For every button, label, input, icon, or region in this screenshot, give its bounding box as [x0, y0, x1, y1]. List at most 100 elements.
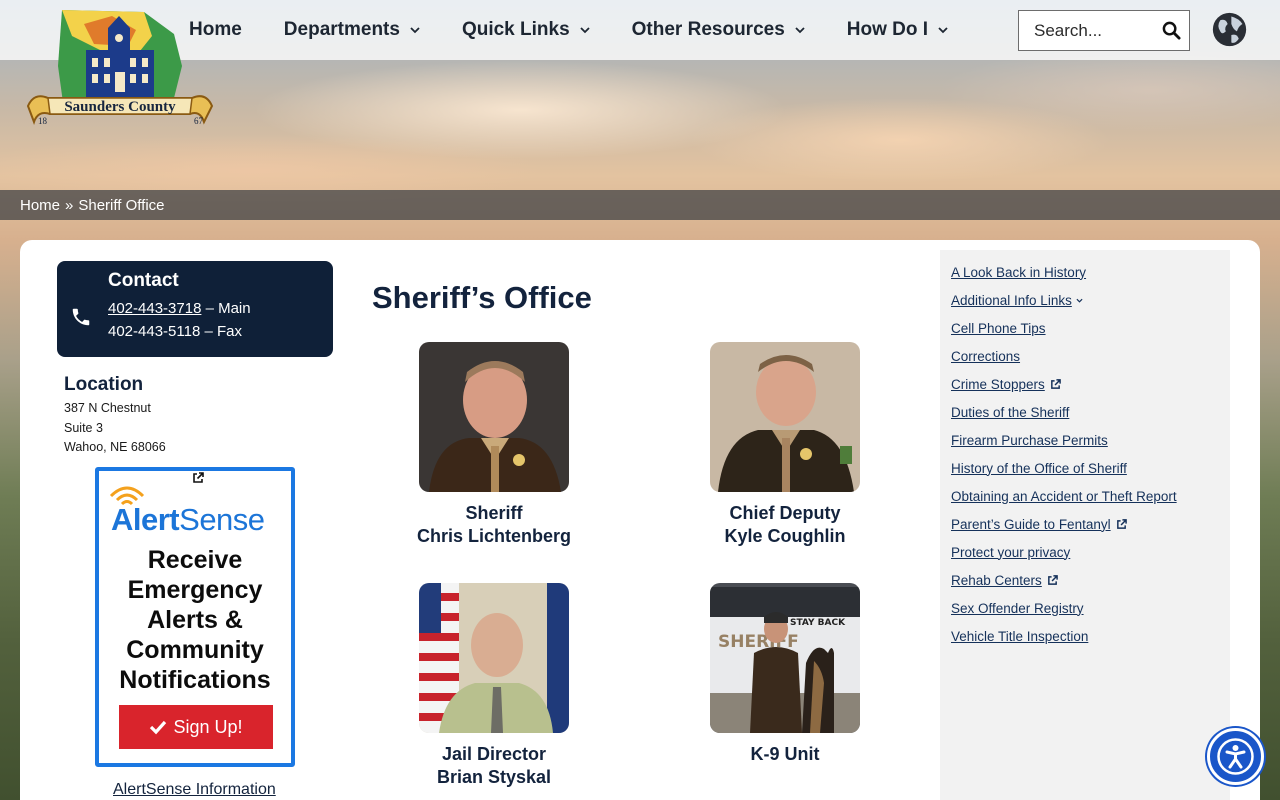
- nav-how-do-i-label: How Do I: [846, 19, 929, 40]
- nav-departments-label: Departments: [283, 19, 400, 40]
- chevron-down-icon: [1076, 298, 1083, 303]
- sidebar-link-additional-info-links[interactable]: Additional Info Links: [951, 286, 1230, 314]
- logo-text: Saunders County: [64, 99, 176, 115]
- language-selector[interactable]: [1211, 11, 1248, 48]
- main-nav: Home Departments Quick Links Other Resou…: [168, 0, 969, 60]
- sidebar-link-label: Sex Offender Registry: [951, 600, 1084, 616]
- alert-headline-line-2: Emergency: [127, 576, 263, 604]
- alertsense-info-link[interactable]: AlertSense Information: [113, 781, 276, 799]
- chevron-down-icon: [410, 27, 420, 34]
- accessibility-button[interactable]: [1207, 728, 1264, 785]
- nav-quick-links-label: Quick Links: [461, 19, 570, 40]
- alertsense-card[interactable]: AlertSense Receive Emergency Alerts & Co…: [95, 467, 295, 767]
- location-title: Location: [64, 374, 144, 395]
- sidebar-link-sex-offender-registry[interactable]: Sex Offender Registry: [951, 594, 1230, 622]
- main-phone-suffix: – Main: [201, 300, 251, 317]
- nav-home-label: Home: [189, 19, 242, 40]
- sidebar-link-label: Rehab Centers: [951, 572, 1042, 588]
- sidebar-link-history-of-the-office[interactable]: History of the Office of Sheriff: [951, 454, 1230, 482]
- sidebar-link-corrections[interactable]: Corrections: [951, 342, 1230, 370]
- content-card: Contact 402-443-3718 – Main 402-443-5118…: [20, 240, 1260, 800]
- search-input[interactable]: [1019, 11, 1153, 50]
- sidebar-link-vehicle-title-inspection[interactable]: Vehicle Title Inspection: [951, 622, 1230, 650]
- sidebar-link-label: Firearm Purchase Permits: [951, 432, 1108, 448]
- sidebar-link-duties-of-the-sheriff[interactable]: Duties of the Sheriff: [951, 398, 1230, 426]
- contact-main-line: 402-443-3718 – Main: [108, 300, 251, 317]
- sidebar-link-crime-stoppers[interactable]: Crime Stoppers: [951, 370, 1230, 398]
- alert-headline-line-3: Alerts &: [147, 606, 243, 634]
- external-link-icon: [193, 472, 204, 483]
- sidebar-link-label: Corrections: [951, 348, 1021, 364]
- address-line-2: Suite 3: [64, 420, 103, 435]
- nav-quick-links[interactable]: Quick Links: [441, 0, 611, 60]
- breadcrumb: Home » Sheriff Office: [0, 190, 1280, 220]
- staff-card-chief-deputy: Chief Deputy Kyle Coughlin: [695, 342, 875, 548]
- search-button[interactable]: [1153, 12, 1189, 50]
- sidebar-link-cell-phone-tips[interactable]: Cell Phone Tips: [951, 314, 1230, 342]
- sidebar-link-rehab-centers[interactable]: Rehab Centers: [951, 566, 1230, 594]
- search-icon: [1162, 21, 1181, 40]
- sidebar-link-label: Parent’s Guide to Fentanyl: [951, 516, 1111, 532]
- external-link-icon: [1047, 574, 1058, 585]
- sidebar-link-label: Obtaining an Accident or Theft Report: [951, 488, 1177, 504]
- nav-departments[interactable]: Departments: [263, 0, 441, 60]
- staff-role: Jail Director: [441, 744, 547, 764]
- chevron-down-icon: [795, 27, 805, 34]
- nav-how-do-i[interactable]: How Do I: [826, 0, 969, 60]
- external-link-icon: [1116, 518, 1127, 529]
- alertsense-logo-bold: Alert: [111, 502, 180, 537]
- signup-button[interactable]: Sign Up!: [119, 705, 273, 749]
- sidebar-link-label: Crime Stoppers: [951, 376, 1045, 392]
- contact-title: Contact: [108, 270, 179, 291]
- sidebar-link-label: Protect your privacy: [951, 544, 1071, 560]
- staff-name: Kyle Coughlin: [724, 526, 846, 546]
- alert-headline: Receive Emergency Alerts & Community Not…: [99, 545, 291, 695]
- globe-icon: [1212, 12, 1247, 47]
- nav-home[interactable]: Home: [168, 0, 263, 60]
- sidebar-link-label: A Look Back in History: [951, 264, 1087, 280]
- contact-box: Contact 402-443-3718 – Main 402-443-5118…: [57, 261, 333, 357]
- staff-role: Chief Deputy: [729, 503, 841, 523]
- accessibility-icon: [1217, 738, 1254, 775]
- alert-headline-line-4: Community: [126, 636, 264, 664]
- sidebar-link-protect-your-privacy[interactable]: Protect your privacy: [951, 538, 1230, 566]
- alertsense-logo: AlertSense: [111, 502, 265, 538]
- logo-year-left: 18: [38, 116, 48, 126]
- alert-headline-line-5: Notifications: [119, 666, 271, 694]
- address-line-3: Wahoo, NE 68066: [64, 440, 166, 454]
- staff-photo-jail-director: [419, 583, 569, 733]
- sidebar-link-parents-guide-fentanyl[interactable]: Parent’s Guide to Fentanyl: [951, 510, 1230, 538]
- checkmark-icon: [150, 720, 167, 735]
- alert-headline-line-1: Receive: [147, 546, 243, 574]
- sidebar-link-label: Duties of the Sheriff: [951, 404, 1070, 420]
- search-box: [1018, 10, 1190, 51]
- sidebar-link-label: Additional Info Links: [951, 292, 1072, 308]
- main-phone-link[interactable]: 402-443-3718: [108, 300, 201, 317]
- sidebar-link-a-look-back-in-history[interactable]: A Look Back in History: [951, 258, 1230, 286]
- staff-photo-chief-deputy: [710, 342, 860, 492]
- sidebar-link-accident-theft-report[interactable]: Obtaining an Accident or Theft Report: [951, 482, 1230, 510]
- chevron-down-icon: [580, 27, 590, 34]
- nav-other-resources[interactable]: Other Resources: [611, 0, 826, 60]
- sidebar-link-label: Cell Phone Tips: [951, 320, 1046, 336]
- sidebar-link-firearm-purchase-permits[interactable]: Firearm Purchase Permits: [951, 426, 1230, 454]
- sidebar-link-label: History of the Office of Sheriff: [951, 460, 1127, 476]
- breadcrumb-home-link[interactable]: Home: [20, 197, 60, 214]
- phone-icon: [72, 308, 90, 326]
- breadcrumb-current: Sheriff Office: [78, 196, 165, 214]
- staff-role: Sheriff: [465, 503, 523, 523]
- k9-car-sign-text: STAY BACK: [790, 618, 846, 628]
- staff-card-sheriff: Sheriff Chris Lichtenberg: [404, 342, 584, 548]
- nav-other-resources-label: Other Resources: [631, 19, 785, 40]
- staff-card-k9-unit: STAY BACK SHERIFF K-9 Unit: [695, 583, 875, 766]
- sidebar-links: A Look Back in History Additional Info L…: [940, 250, 1230, 800]
- staff-role: K-9 Unit: [750, 744, 820, 764]
- logo-year-right: 67: [194, 116, 204, 126]
- address-line-1: 387 N Chestnut: [64, 401, 151, 415]
- contact-fax-line: 402-443-5118 – Fax: [108, 323, 242, 340]
- breadcrumb-separator: »: [65, 196, 74, 214]
- chevron-down-icon: [938, 27, 948, 34]
- location-address: 387 N Chestnut Suite 3 Wahoo, NE 68066: [64, 399, 166, 458]
- staff-name: Chris Lichtenberg: [416, 526, 572, 546]
- staff-card-jail-director: Jail Director Brian Styskal: [404, 583, 584, 789]
